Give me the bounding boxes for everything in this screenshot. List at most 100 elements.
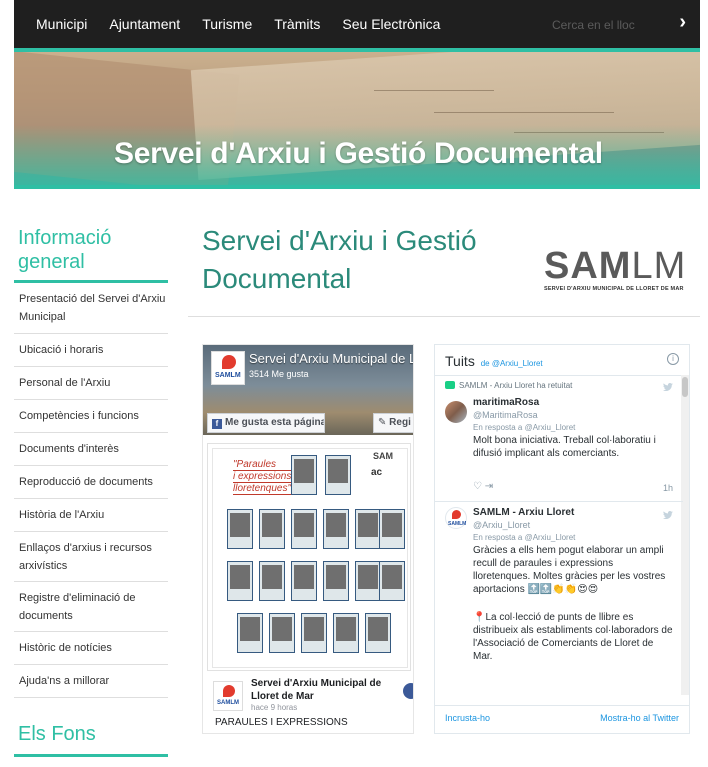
facebook-register-button[interactable]: ✎ Regi [373,413,413,433]
tweet[interactable]: SAMLM - Arxiu Lloret ha retuitat maritim… [435,375,683,503]
poster-card [227,561,253,601]
like-button-label: Me gusta esta página [225,417,325,428]
facebook-post-author[interactable]: Servei d'Arxiu Municipal de Lloret de Ma… [251,677,401,703]
sidebar-heading: Informació general [18,227,112,273]
poster-card [227,509,253,549]
sidebar-item-personal[interactable]: Personal de l'Arxiu [14,367,168,400]
logo-text-bold: SAM [544,245,632,287]
hero-accent-bar [14,185,700,189]
sidebar-item-documents[interactable]: Documents d'interès [14,433,168,466]
nav-ajuntament[interactable]: Ajuntament [109,16,180,32]
facebook-post-avatar[interactable]: SAMLM [213,681,243,711]
facebook-share-icon[interactable] [403,683,413,699]
poster-card [259,561,285,601]
view-on-twitter-link[interactable]: Mostra-ho al Twitter [600,713,679,723]
poster-title-line: "Paraules [233,459,292,471]
twitter-bird-icon [663,511,673,519]
poster-card [355,509,381,549]
poster-card [379,509,405,549]
sidebar-item-presentacio[interactable]: Presentació del Servei d'Arxiu Municipal [14,283,168,334]
facebook-page-avatar[interactable]: SAMLM [211,351,245,385]
sidebar: Informació general Presentació del Serve… [14,222,168,757]
facebook-like-button[interactable]: f Me gusta esta página [207,413,325,433]
hero-ink-line [434,112,614,113]
tweet[interactable]: SAMLM SAMLM - Arxiu Lloret @Arxiu_Lloret… [435,503,683,703]
poster-logo-sam: SAM [373,451,393,461]
poster-card [379,561,405,601]
embed-link[interactable]: Incrusta-ho [445,713,490,723]
tweet-author-name[interactable]: SAMLM - Arxiu Lloret [473,507,574,518]
sidebar-item-enllacos[interactable]: Enllaços d'arxius i recursos arxivístics [14,532,168,582]
twitter-bird-icon [663,383,673,391]
avatar-label: SAMLM [448,521,467,527]
twitter-header: Tuits de @Arxiu_Lloret [445,353,543,369]
pencil-icon: ✎ [378,417,390,428]
sidebar-menu: Presentació del Servei d'Arxiu Municipal… [14,283,168,698]
avatar-label: SAMLM [215,372,241,379]
tweet-actions[interactable]: ♡ ⇥ [473,481,493,492]
sidebar-heading-fons-rule [14,754,168,757]
nav-seu-electronica[interactable]: Seu Electrònica [342,16,440,32]
page-title: Servei d'Arxiu i Gestió Documental [202,225,477,294]
nav-tramits[interactable]: Tràmits [274,16,320,32]
poster-image: "Paraules i expressions lloretenques" SA… [212,448,408,668]
search-go-button[interactable]: › [679,12,686,32]
sidebar-item-historic[interactable]: Històric de notícies [14,632,168,665]
sidebar-item-ubicacio[interactable]: Ubicació i horaris [14,334,168,367]
search-input[interactable] [552,14,672,36]
poster-card [291,455,317,495]
sidebar-item-registre[interactable]: Registre d'eliminació de documents [14,582,168,632]
tweet-text: Molt bona iniciativa. Treball col·labora… [473,435,656,459]
tweet-reply-to: En resposta a @Arxiu_Lloret [473,533,576,542]
retweet-label: SAMLM - Arxiu Lloret ha retuitat [445,381,572,390]
nav-municipi[interactable]: Municipi [36,16,87,32]
poster-card [333,613,359,653]
location-pin-icon [452,510,461,519]
top-navigation: Municipi Ajuntament Turisme Tràmits Seu … [14,0,700,48]
poster-card [365,613,391,653]
samlm-logo: SAMLM SERVEI D'ARXIU MUNICIPAL DE LLORET… [544,246,690,306]
tweet-author-handle[interactable]: @MaritimaRosa [473,410,538,420]
retweet-icon [445,381,455,389]
sidebar-item-ajuda[interactable]: Ajuda'ns a millorar [14,665,168,698]
sidebar-heading-fons: Els Fons [18,723,96,745]
poster-card [237,613,263,653]
twitter-widget: Tuits de @Arxiu_Lloret i SAMLM - Arxiu L… [434,344,690,734]
user-avatar[interactable] [445,401,467,423]
poster-card [259,509,285,549]
poster-card [269,613,295,653]
poster-card [325,455,351,495]
facebook-likes-count: 3514 Me gusta [249,369,309,379]
info-icon[interactable]: i [667,353,679,365]
poster-card [323,509,349,549]
facebook-widget: SAMLM Servei d'Arxiu Municipal de L... 3… [202,344,414,734]
hero-title: Servei d'Arxiu i Gestió Documental [114,137,603,170]
tweet-text: Gràcies a ells hem pogut elaborar un amp… [473,545,666,595]
nav-turisme[interactable]: Turisme [202,16,252,32]
tweet-author-name[interactable]: maritimaRosa [473,397,539,408]
facebook-post-text: PARAULES I EXPRESSIONS [215,717,348,728]
tweet-reply-to: En resposta a @Arxiu_Lloret [473,423,576,432]
twitter-account-link[interactable]: de @Arxiu_Lloret [481,359,543,368]
twitter-footer-rule [435,705,689,706]
poster-card [291,561,317,601]
retweet-text: SAMLM - Arxiu Lloret ha retuitat [459,381,573,390]
sidebar-item-reproduccio[interactable]: Reproducció de documents [14,466,168,499]
hero-ink-line [374,90,494,91]
tweet-time[interactable]: 1h [663,483,673,493]
poster-logo-ac: ac [371,467,383,478]
tweet-author-handle[interactable]: @Arxiu_Lloret [473,520,530,530]
facebook-page-name[interactable]: Servei d'Arxiu Municipal de L... [249,351,413,366]
poster-card [301,613,327,653]
facebook-post-image[interactable]: "Paraules i expressions lloretenques" SA… [207,443,411,671]
sidebar-item-competencies[interactable]: Competències i funcions [14,400,168,433]
sidebar-item-historia[interactable]: Història de l'Arxiu [14,499,168,532]
main-title-rule [188,316,700,317]
poster-title-line: lloretenques" [233,483,292,495]
poster-title: "Paraules i expressions lloretenques" [233,459,292,495]
twitter-title: Tuits [445,353,475,369]
location-pin-icon [223,685,235,697]
main-content: Servei d'Arxiu i Gestió Documental SAMLM… [188,222,700,734]
facebook-icon: f [212,419,222,429]
user-avatar[interactable]: SAMLM [445,507,467,529]
